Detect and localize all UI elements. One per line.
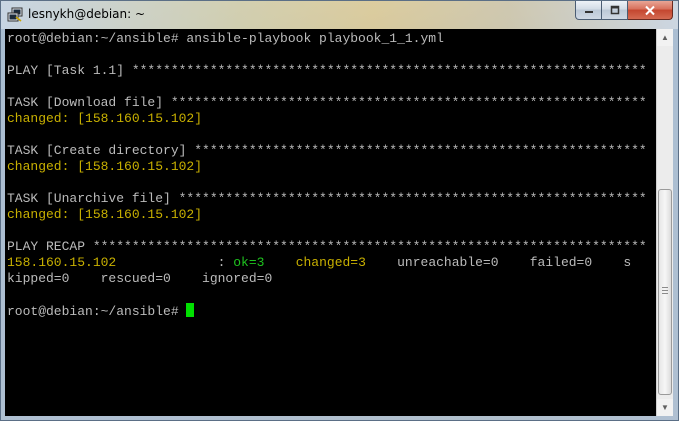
close-button[interactable] [628, 1, 673, 20]
terminal-text: TASK [Create directory] ****************… [7, 143, 647, 158]
terminal-line: TASK [Create directory] ****************… [7, 143, 647, 159]
close-icon [645, 5, 655, 15]
minimize-button[interactable] [575, 1, 602, 20]
maximize-icon [610, 5, 619, 15]
terminal-line: changed: [158.160.15.102] [7, 111, 202, 127]
terminal-line: TASK [Unarchive file] ******************… [7, 191, 647, 207]
terminal-text: unreachable=0 failed=0 s [365, 255, 632, 270]
window-title: lesnykh@debian: ~ [28, 7, 146, 21]
putty-icon[interactable] [7, 7, 23, 23]
terminal-text: PLAY RECAP *****************************… [7, 239, 647, 254]
terminal-text: root@debian:~/ansible# ansible-playbook … [7, 31, 444, 46]
terminal-text: root@debian:~/ansible# [7, 304, 187, 319]
terminal-text: changed=3 [295, 255, 366, 270]
terminal-text: kipped=0 rescued=0 ignored=0 [7, 271, 273, 286]
terminal-line: changed: [158.160.15.102] [7, 159, 202, 175]
vertical-scrollbar[interactable]: ▲ ▼ [656, 29, 673, 416]
terminal-text: changed: [158.160.15.102] [7, 111, 203, 126]
terminal-text: changed: [158.160.15.102] [7, 159, 203, 174]
terminal-line: TASK [Download file] *******************… [7, 95, 647, 111]
terminal-text: ok=3 [233, 255, 265, 270]
scroll-up-button[interactable]: ▲ [657, 29, 673, 46]
terminal-line: root@debian:~/ansible# [7, 303, 195, 319]
terminal-line: PLAY RECAP *****************************… [7, 239, 647, 255]
arrow-down-icon: ▼ [661, 403, 669, 412]
scroll-thumb[interactable] [658, 189, 672, 395]
terminal-output[interactable]: root@debian:~/ansible# ansible-playbook … [5, 29, 656, 416]
terminal-text: TASK [Unarchive file] ******************… [7, 191, 647, 206]
terminal-text: 158.160.15.102 [7, 255, 117, 270]
terminal-text: TASK [Download file] *******************… [7, 95, 647, 110]
terminal-line: root@debian:~/ansible# ansible-playbook … [7, 31, 444, 47]
terminal-text: changed: [158.160.15.102] [7, 207, 203, 222]
scroll-down-button[interactable]: ▼ [657, 399, 673, 416]
terminal-text: PLAY [Task 1.1] ************************… [7, 63, 647, 78]
minimize-icon [584, 11, 593, 13]
window-controls [575, 1, 673, 21]
terminal-window: lesnykh@debian: ~ root@debian:~/ansible#… [0, 0, 679, 421]
terminal-line: kipped=0 rescued=0 ignored=0 [7, 271, 272, 287]
terminal-line: 158.160.15.102 : ok=3 changed=3 unreacha… [7, 255, 631, 271]
maximize-button[interactable] [602, 1, 628, 20]
terminal-text: : [116, 255, 234, 270]
terminal-cursor [186, 303, 195, 317]
terminal-line: changed: [158.160.15.102] [7, 207, 202, 223]
terminal-line: PLAY [Task 1.1] ************************… [7, 63, 647, 79]
grip-icon [662, 287, 668, 294]
title-bar[interactable]: lesnykh@debian: ~ [1, 1, 678, 29]
arrow-up-icon: ▲ [661, 33, 669, 42]
